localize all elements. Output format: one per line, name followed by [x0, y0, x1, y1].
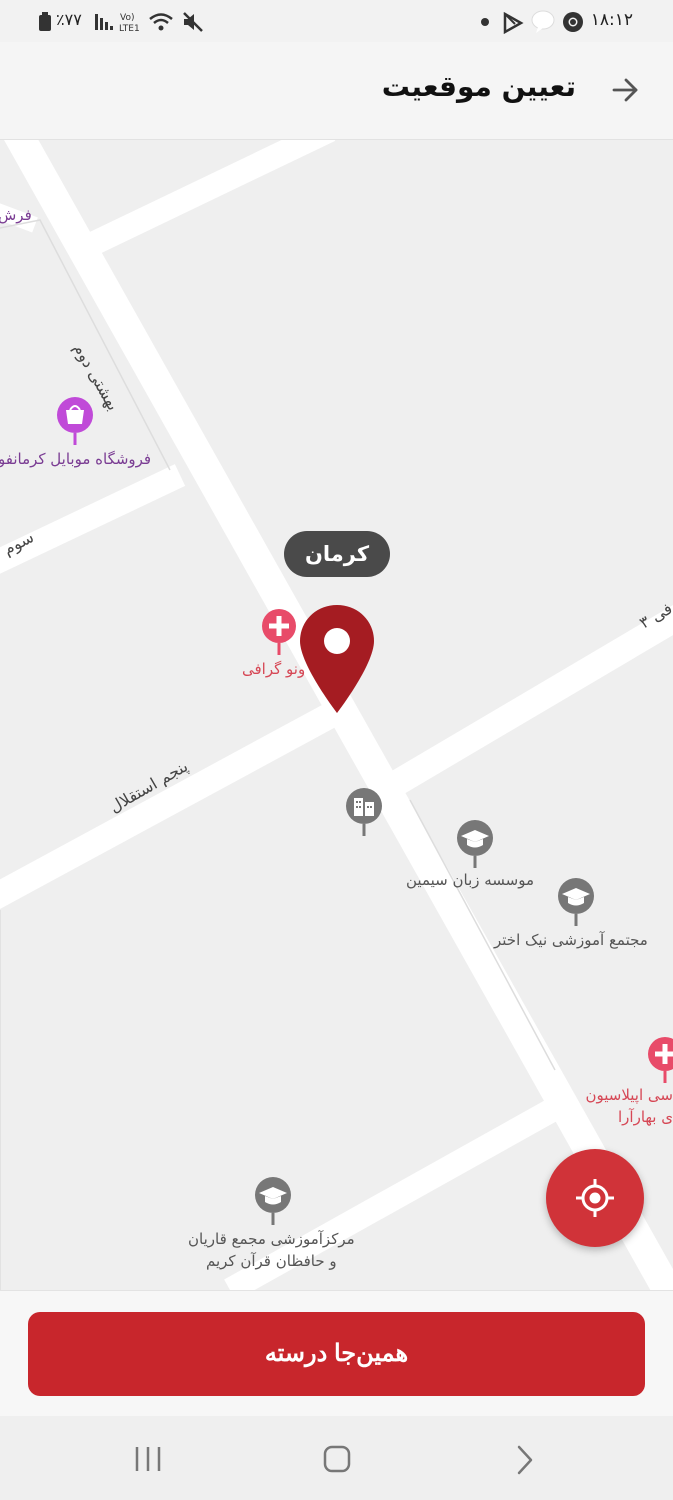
home-icon[interactable]: [322, 1444, 352, 1474]
street-label-farsh: فرش: [0, 206, 32, 224]
poi-label-sonography[interactable]: ونو گرافی: [242, 660, 305, 678]
map-view[interactable]: بهشتی دوم پنجم استقلال سوم فی ۳ فرش فروش…: [0, 140, 673, 1290]
recent-apps-icon[interactable]: [132, 1444, 166, 1474]
poi-label-nik-akhtar[interactable]: مجتمع آموزشی نیک اختر: [494, 931, 648, 949]
location-pin-icon: [300, 605, 374, 713]
chrome-icon: [563, 12, 583, 32]
mute-icon: [183, 12, 203, 32]
message-icon: [531, 10, 555, 33]
status-bar: ٪۷۷ Vo) LTE1 ۱۸:۱۲: [0, 0, 673, 42]
arrow-right-icon[interactable]: [611, 76, 639, 104]
page-title: تعیین موقعیت: [381, 70, 576, 103]
my-location-button[interactable]: [546, 1149, 644, 1247]
system-nav-bar: [0, 1416, 673, 1500]
graduation-cap-icon[interactable]: [254, 1177, 292, 1227]
poi-label-simin[interactable]: موسسه زبان سیمین: [406, 871, 534, 889]
bottom-panel: همین‌جا درسته: [0, 1290, 673, 1416]
poi-label-quran-1[interactable]: مرکزآموزشی مجمع قاریان: [188, 1230, 355, 1248]
crosshair-icon: [576, 1179, 614, 1217]
volte-icon: Vo)LTE1: [119, 13, 140, 34]
city-chip: کرمان: [284, 531, 390, 577]
dot-icon: [481, 18, 489, 26]
header: تعیین موقعیت: [0, 42, 673, 140]
poi-label-epilation-2[interactable]: ی بهارآرا: [618, 1108, 673, 1126]
poi-label-quran-2[interactable]: و حافظان قرآن کریم: [206, 1252, 337, 1270]
building-icon[interactable]: [345, 788, 383, 838]
play-store-icon: [503, 12, 524, 34]
status-time: ۱۸:۱۲: [590, 10, 633, 30]
plus-icon[interactable]: [647, 1036, 673, 1084]
plus-icon[interactable]: [261, 608, 297, 656]
svg-text:Vo): Vo): [120, 13, 134, 23]
wifi-icon: [149, 13, 173, 31]
shopping-bag-icon[interactable]: [56, 396, 94, 446]
map-roads: [0, 140, 673, 1290]
battery-percent: ٪۷۷: [56, 10, 82, 29]
graduation-cap-icon[interactable]: [557, 878, 595, 928]
battery-icon: [39, 12, 51, 31]
graduation-cap-icon[interactable]: [456, 820, 494, 870]
svg-text:LTE1: LTE1: [119, 24, 140, 34]
confirm-location-button[interactable]: همین‌جا درسته: [28, 1312, 645, 1396]
signal-icon: [95, 14, 113, 30]
poi-label-mobile-shop[interactable]: فروشگاه موبایل کرمانفو: [0, 450, 151, 468]
poi-label-epilation-1[interactable]: سی اپیلاسیون: [585, 1086, 673, 1104]
back-chevron-icon[interactable]: [512, 1444, 538, 1476]
